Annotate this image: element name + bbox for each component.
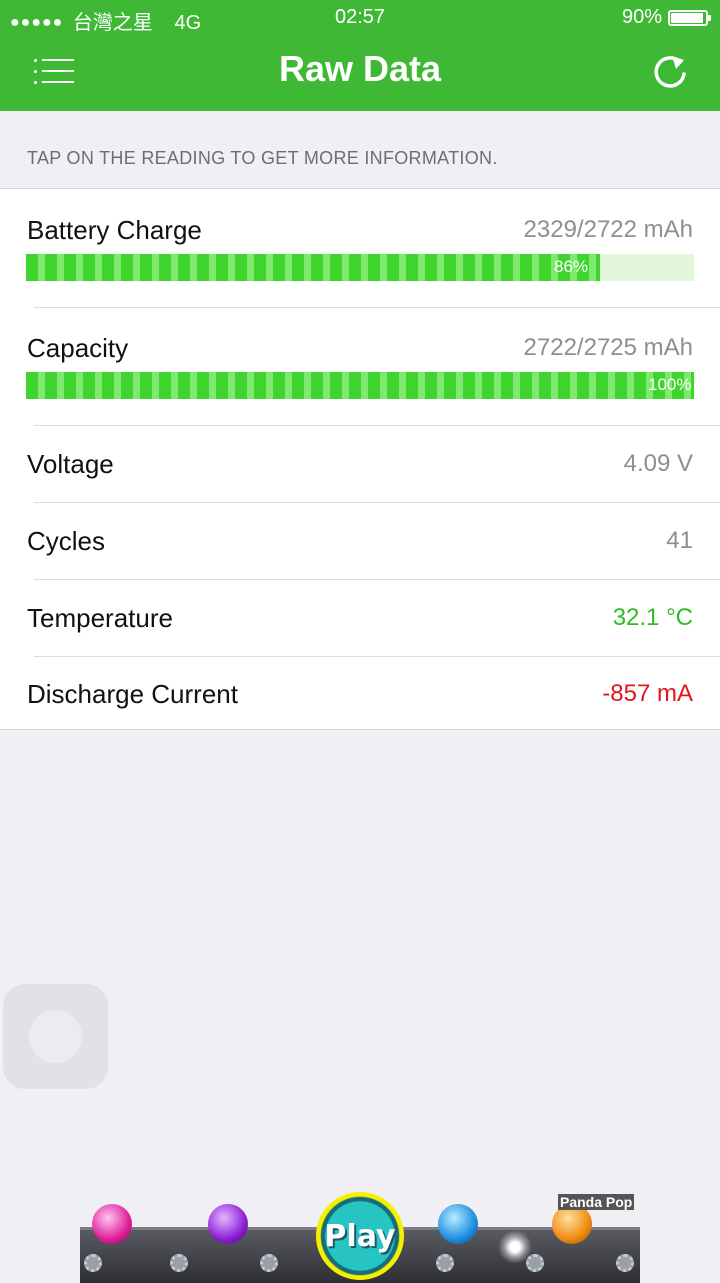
- readings-list: Battery Charge 2329/2722 mAh 86% Capacit…: [0, 188, 720, 730]
- temperature-label: Temperature: [27, 603, 173, 633]
- temperature-row[interactable]: Temperature 32.1 °C: [0, 580, 720, 656]
- capacity-label: Capacity: [27, 333, 129, 363]
- battery-charge-label: Battery Charge: [27, 215, 202, 245]
- battery-charge-row[interactable]: Battery Charge 2329/2722 mAh 86%: [0, 189, 720, 307]
- discharge-current-value: -857 mA: [602, 680, 693, 707]
- cycles-row[interactable]: Cycles 41: [0, 503, 720, 579]
- voltage-label: Voltage: [27, 449, 114, 479]
- battery-percent: 90%: [621, 6, 662, 28]
- discharge-current-label: Discharge Current: [27, 679, 238, 709]
- gear-icon: [616, 1254, 634, 1272]
- cycles-label: Cycles: [27, 526, 106, 556]
- battery-charge-value: 2329/2722 mAh: [523, 216, 693, 243]
- page-title: Raw Data: [278, 48, 442, 89]
- gear-icon: [84, 1254, 102, 1272]
- battery-charge-bar-fill: [26, 254, 600, 281]
- status-time: 02:57: [334, 6, 386, 28]
- battery-charge-bar: 86%: [26, 254, 694, 281]
- gear-icon: [170, 1254, 188, 1272]
- assistive-touch-icon: [29, 1010, 82, 1063]
- capacity-value: 2722/2725 mAh: [523, 334, 693, 361]
- gear-icon: [260, 1254, 278, 1272]
- refresh-button[interactable]: [650, 52, 690, 92]
- orange-bubble-icon: [552, 1204, 592, 1244]
- battery-icon: [668, 9, 711, 26]
- status-bar-right: 90%: [621, 6, 711, 29]
- purple-bubble-icon: [208, 1204, 248, 1244]
- cycles-value: 41: [666, 527, 693, 554]
- sparkle-icon: [498, 1230, 532, 1264]
- capacity-percent: 100%: [648, 375, 692, 394]
- play-button[interactable]: Play: [316, 1192, 404, 1280]
- voltage-value: 4.09 V: [623, 450, 693, 477]
- assistive-touch-button[interactable]: [3, 984, 108, 1089]
- game-name-label: Panda Pop: [558, 1194, 635, 1210]
- capacity-bar-fill: [26, 372, 694, 399]
- gear-icon: [436, 1254, 454, 1272]
- refresh-icon: [654, 56, 686, 88]
- capacity-bar: 100%: [26, 372, 694, 399]
- discharge-current-row[interactable]: Discharge Current -857 mA: [0, 657, 720, 731]
- temperature-value: 32.1 °C: [612, 604, 693, 631]
- instruction-text: TAP ON THE READING TO GET MORE INFORMATI…: [27, 148, 498, 168]
- ad-banner[interactable]: Play Panda Pop: [80, 1192, 640, 1283]
- pink-bubble-icon: [92, 1204, 132, 1244]
- voltage-row[interactable]: Voltage 4.09 V: [0, 426, 720, 502]
- battery-charge-percent: 86%: [554, 257, 589, 276]
- capacity-row[interactable]: Capacity 2722/2725 mAh 100%: [0, 308, 720, 425]
- status-bar: ●●●●● 台灣之星 4G 02:57 90%: [0, 0, 720, 36]
- play-button-label: Play: [324, 1218, 396, 1254]
- app-header: ●●●●● 台灣之星 4G 02:57 90% Raw Data: [0, 0, 720, 111]
- blue-bubble-icon: [438, 1204, 478, 1244]
